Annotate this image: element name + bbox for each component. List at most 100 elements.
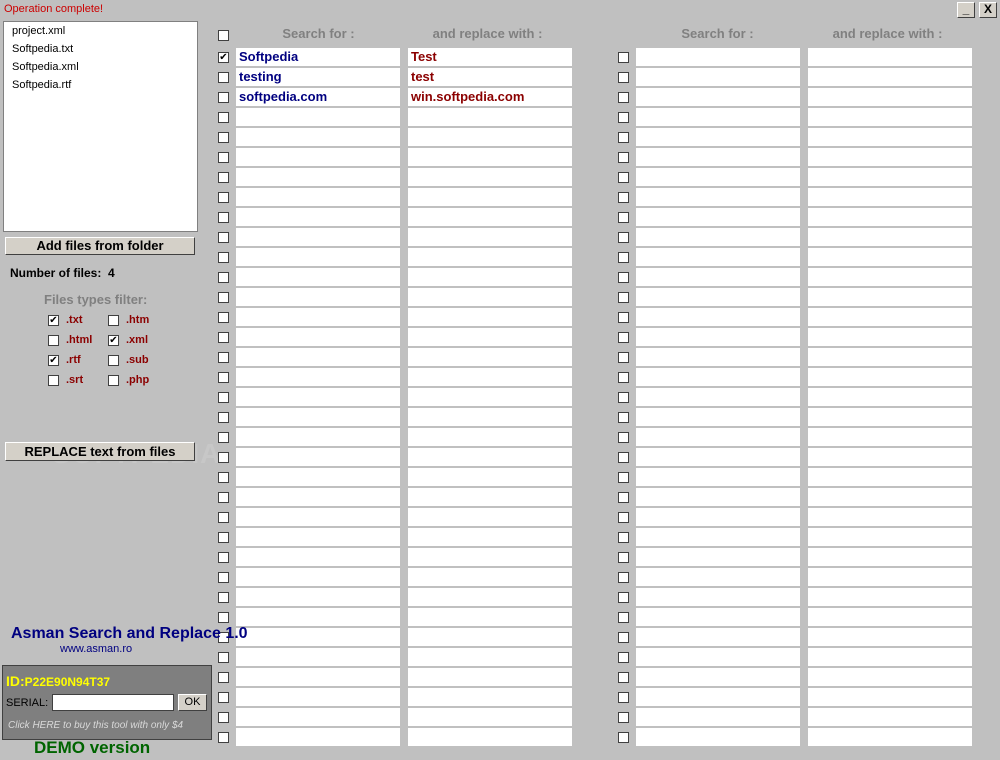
left-search-field[interactable] (236, 288, 400, 306)
right-search-field[interactable] (636, 408, 800, 426)
right-search-field[interactable] (636, 708, 800, 726)
right-replace-field[interactable] (808, 228, 972, 246)
left-row-checkbox[interactable] (218, 232, 229, 243)
serial-input[interactable] (52, 694, 174, 711)
right-replace-field[interactable] (808, 208, 972, 226)
left-row-checkbox[interactable] (218, 612, 229, 623)
right-replace-field[interactable] (808, 268, 972, 286)
right-search-field[interactable] (636, 108, 800, 126)
left-search-field[interactable] (236, 728, 400, 746)
left-replace-field[interactable] (408, 188, 572, 206)
left-replace-field[interactable] (408, 508, 572, 526)
left-row-checkbox[interactable] (218, 212, 229, 223)
right-row-checkbox[interactable] (618, 472, 629, 483)
filter-checkbox[interactable]: ✔ (48, 355, 59, 366)
left-row-checkbox[interactable] (218, 652, 229, 663)
left-search-field[interactable] (236, 508, 400, 526)
left-replace-field[interactable] (408, 708, 572, 726)
right-search-field[interactable] (636, 128, 800, 146)
right-replace-field[interactable] (808, 128, 972, 146)
left-search-field[interactable] (236, 448, 400, 466)
replace-button[interactable]: REPLACE text from files (5, 442, 195, 461)
right-replace-field[interactable] (808, 448, 972, 466)
left-search-field[interactable] (236, 628, 400, 646)
right-replace-field[interactable] (808, 428, 972, 446)
right-replace-field[interactable] (808, 248, 972, 266)
right-row-checkbox[interactable] (618, 432, 629, 443)
right-replace-field[interactable] (808, 308, 972, 326)
right-search-field[interactable] (636, 648, 800, 666)
app-url[interactable]: www.asman.ro (60, 643, 132, 655)
left-replace-field[interactable] (408, 328, 572, 346)
right-replace-field[interactable] (808, 528, 972, 546)
right-search-field[interactable] (636, 188, 800, 206)
left-replace-field[interactable] (408, 288, 572, 306)
right-search-field[interactable] (636, 688, 800, 706)
left-search-field[interactable] (236, 528, 400, 546)
left-replace-field[interactable] (408, 648, 572, 666)
left-row-checkbox[interactable] (218, 532, 229, 543)
right-replace-field[interactable] (808, 68, 972, 86)
right-row-checkbox[interactable] (618, 572, 629, 583)
right-search-field[interactable] (636, 588, 800, 606)
left-search-field[interactable] (236, 648, 400, 666)
right-replace-field[interactable] (808, 628, 972, 646)
right-row-checkbox[interactable] (618, 112, 629, 123)
left-replace-field[interactable] (408, 448, 572, 466)
left-row-checkbox[interactable] (218, 192, 229, 203)
right-search-field[interactable] (636, 308, 800, 326)
right-replace-field[interactable] (808, 188, 972, 206)
left-search-field[interactable] (236, 428, 400, 446)
right-replace-field[interactable] (808, 688, 972, 706)
left-replace-field[interactable] (408, 348, 572, 366)
left-row-checkbox[interactable] (218, 672, 229, 683)
ok-button[interactable]: OK (178, 694, 207, 711)
right-search-field[interactable] (636, 48, 800, 66)
left-search-field[interactable] (236, 548, 400, 566)
right-replace-field[interactable] (808, 88, 972, 106)
left-replace-field[interactable] (408, 608, 572, 626)
left-replace-field[interactable] (408, 428, 572, 446)
left-search-field[interactable]: testing (236, 68, 400, 86)
left-row-checkbox[interactable] (218, 272, 229, 283)
right-replace-field[interactable] (808, 708, 972, 726)
right-search-field[interactable] (636, 208, 800, 226)
left-search-field[interactable] (236, 708, 400, 726)
add-files-button[interactable]: Add files from folder (5, 237, 195, 255)
left-row-checkbox[interactable] (218, 692, 229, 703)
right-replace-field[interactable] (808, 488, 972, 506)
right-row-checkbox[interactable] (618, 132, 629, 143)
left-row-checkbox[interactable] (218, 112, 229, 123)
left-search-field[interactable] (236, 588, 400, 606)
right-replace-field[interactable] (808, 588, 972, 606)
filter-checkbox[interactable] (108, 315, 119, 326)
filter-checkbox[interactable] (108, 355, 119, 366)
select-all-left-checkbox[interactable] (218, 30, 229, 41)
right-row-checkbox[interactable] (618, 92, 629, 103)
right-row-checkbox[interactable] (618, 72, 629, 83)
left-replace-field[interactable] (408, 668, 572, 686)
filter-checkbox[interactable] (48, 335, 59, 346)
left-search-field[interactable] (236, 108, 400, 126)
left-row-checkbox[interactable] (218, 92, 229, 103)
left-replace-field[interactable] (408, 148, 572, 166)
right-row-checkbox[interactable] (618, 492, 629, 503)
left-row-checkbox[interactable] (218, 712, 229, 723)
left-row-checkbox[interactable] (218, 572, 229, 583)
right-replace-field[interactable] (808, 568, 972, 586)
right-row-checkbox[interactable] (618, 632, 629, 643)
right-row-checkbox[interactable] (618, 352, 629, 363)
right-replace-field[interactable] (808, 408, 972, 426)
left-search-field[interactable] (236, 168, 400, 186)
right-search-field[interactable] (636, 328, 800, 346)
left-replace-field[interactable] (408, 488, 572, 506)
right-replace-field[interactable] (808, 468, 972, 486)
left-search-field[interactable] (236, 408, 400, 426)
left-row-checkbox[interactable] (218, 372, 229, 383)
filter-checkbox[interactable] (108, 375, 119, 386)
left-row-checkbox[interactable]: ✔ (218, 52, 229, 63)
right-replace-field[interactable] (808, 548, 972, 566)
right-row-checkbox[interactable] (618, 512, 629, 523)
close-button[interactable]: X (979, 2, 997, 18)
right-row-checkbox[interactable] (618, 52, 629, 63)
